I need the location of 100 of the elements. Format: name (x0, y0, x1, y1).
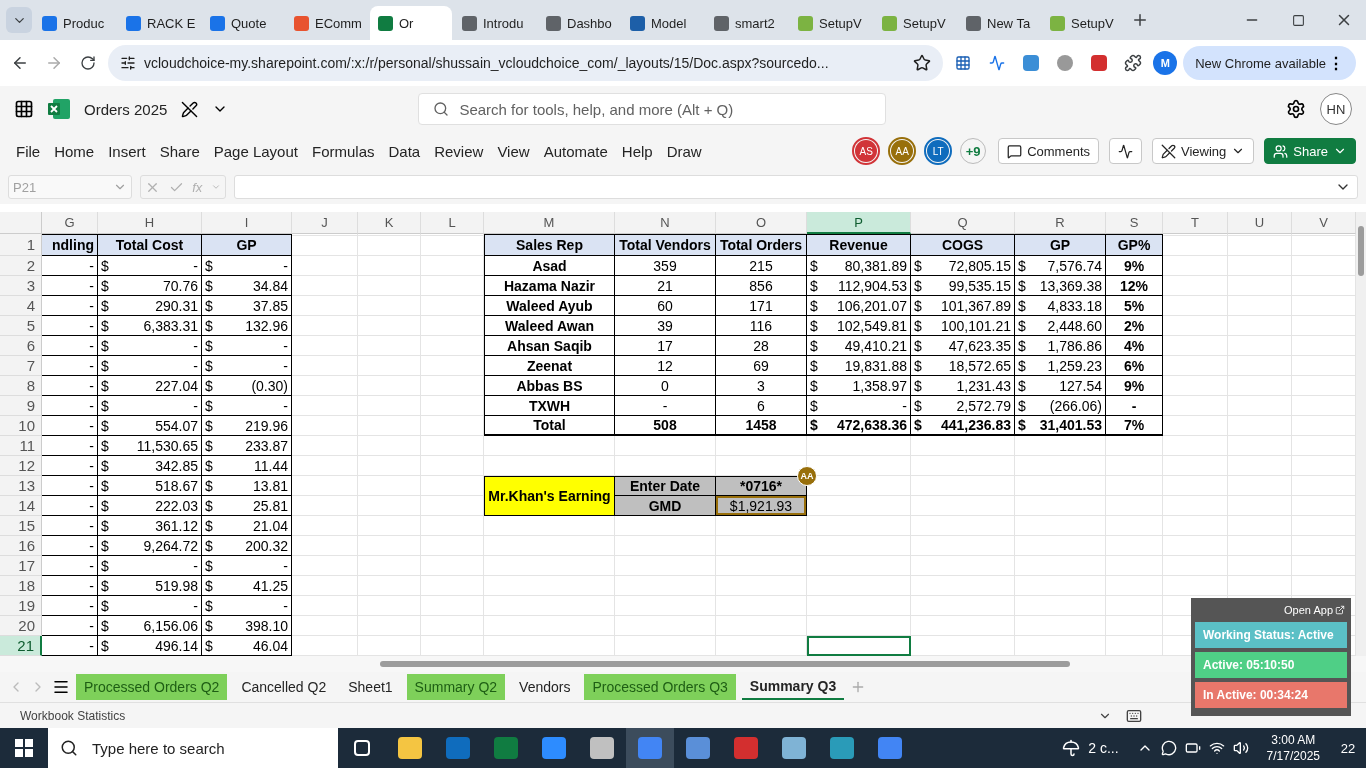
column-title[interactable]: ndling (42, 234, 98, 256)
table-cell[interactable]: 215 (716, 256, 807, 276)
table-cell[interactable]: - (42, 616, 98, 636)
row-header[interactable]: 18 (0, 576, 42, 596)
table-cell[interactable]: 3 (716, 376, 807, 396)
viewing-mode-button[interactable]: Viewing (1152, 138, 1255, 164)
table-cell[interactable]: $ 200.32 (202, 536, 292, 556)
menu-tab[interactable]: View (491, 138, 536, 164)
table-cell[interactable]: Asad (484, 256, 615, 276)
horizontal-scrollbar[interactable] (0, 656, 1366, 672)
table-cell[interactable]: 9% (1106, 376, 1163, 396)
column-header[interactable]: R (1015, 212, 1106, 234)
menu-tab[interactable]: Automate (537, 138, 614, 164)
table-cell[interactable]: $ 519.98 (98, 576, 202, 596)
row-header[interactable]: 12 (0, 456, 42, 476)
table-cell[interactable]: $ 518.67 (98, 476, 202, 496)
table-cell[interactable]: $ 13.81 (202, 476, 292, 496)
column-title[interactable]: GP (1015, 234, 1106, 256)
table-cell[interactable]: - (615, 396, 716, 416)
table-cell[interactable]: $ 49,410.21 (807, 336, 911, 356)
network-icon[interactable] (1208, 740, 1225, 756)
table-cell[interactable]: $ 361.12 (98, 516, 202, 536)
column-header[interactable]: M (484, 212, 615, 234)
browser-tab[interactable]: EComm (286, 6, 368, 40)
column-title[interactable]: GP% (1106, 234, 1163, 256)
table-cell[interactable]: - (1106, 396, 1163, 416)
table-cell[interactable]: - (42, 596, 98, 616)
row-header[interactable]: 9 (0, 396, 42, 416)
table-cell[interactable]: - (42, 316, 98, 336)
table-cell[interactable]: $ 1,358.97 (807, 376, 911, 396)
table-cell[interactable]: $ - (807, 396, 911, 416)
taskbar-app-icon[interactable] (354, 740, 370, 756)
sheet-tab[interactable]: Cancelled Q2 (233, 674, 335, 700)
row-header[interactable]: 10 (0, 416, 42, 436)
table-cell[interactable]: $ 132.96 (202, 316, 292, 336)
comments-button[interactable]: Comments (998, 138, 1099, 164)
table-cell[interactable]: $ 100,101.21 (911, 316, 1015, 336)
sheet-tab[interactable]: Sheet1 (340, 674, 401, 700)
table-cell[interactable]: 17 (615, 336, 716, 356)
table-cell[interactable]: $ 31,401.53 (1015, 416, 1106, 436)
collaborator-avatar[interactable]: LT (924, 137, 953, 165)
row-header[interactable]: 2 (0, 256, 42, 276)
table-cell[interactable]: - (42, 556, 98, 576)
weather-text[interactable]: 2 c... (1088, 740, 1119, 756)
table-cell[interactable]: 0 (615, 376, 716, 396)
row-header[interactable]: 7 (0, 356, 42, 376)
table-cell[interactable]: $ 6,383.31 (98, 316, 202, 336)
row-header[interactable]: 15 (0, 516, 42, 536)
table-cell[interactable]: - (42, 476, 98, 496)
open-app-link[interactable]: Open App (1282, 604, 1347, 618)
table-cell[interactable]: $ 25.81 (202, 496, 292, 516)
column-header[interactable]: O (716, 212, 807, 234)
table-cell[interactable]: $ 127.54 (1015, 376, 1106, 396)
sheet-tab[interactable]: Summary Q2 (406, 674, 506, 700)
column-header[interactable]: I (202, 212, 292, 234)
table-cell[interactable]: $ - (98, 556, 202, 576)
table-cell[interactable]: $ - (98, 336, 202, 356)
column-header[interactable]: Q (911, 212, 1015, 234)
battery-icon[interactable] (1184, 740, 1201, 756)
taskbar-active-app[interactable] (626, 728, 674, 768)
table-cell[interactable]: $ 21.04 (202, 516, 292, 536)
column-header[interactable]: N (615, 212, 716, 234)
browser-tab[interactable]: Dashbo (538, 6, 620, 40)
row-header[interactable]: 20 (0, 616, 42, 636)
all-sheets-icon[interactable] (52, 678, 70, 696)
user-avatar[interactable]: HN (1320, 93, 1352, 125)
table-cell[interactable]: $ 233.87 (202, 436, 292, 456)
column-header[interactable]: G (42, 212, 98, 234)
menu-tab[interactable]: Insert (102, 138, 152, 164)
table-cell[interactable]: $ 46.04 (202, 636, 292, 656)
back-icon[interactable] (11, 54, 29, 72)
column-title[interactable]: GP (202, 234, 292, 256)
table-cell[interactable]: 1458 (716, 416, 807, 436)
selected-cell[interactable] (807, 636, 911, 656)
restore-icon[interactable] (1291, 13, 1305, 27)
table-cell[interactable]: $ 441,236.83 (911, 416, 1015, 436)
column-header[interactable]: K (358, 212, 421, 234)
extension-icon[interactable] (1023, 55, 1040, 71)
row-header[interactable]: 4 (0, 296, 42, 316)
table-cell[interactable]: - (42, 516, 98, 536)
table-cell[interactable]: $ - (98, 356, 202, 376)
column-title[interactable]: COGS (911, 234, 1015, 256)
extension-icon[interactable] (1057, 55, 1074, 71)
table-cell[interactable]: $ 2,572.79 (911, 396, 1015, 416)
extension-icon[interactable] (955, 55, 972, 71)
profile-avatar[interactable]: M (1153, 51, 1178, 75)
table-cell[interactable]: Enter Date (615, 476, 716, 496)
table-cell[interactable]: $ 554.07 (98, 416, 202, 436)
column-header[interactable]: P (807, 212, 911, 234)
table-cell[interactable]: - (42, 456, 98, 476)
menu-dots[interactable]: ⋮ (1328, 53, 1344, 73)
table-cell[interactable]: Ahsan Saqib (484, 336, 615, 356)
table-cell[interactable]: $ 72,805.15 (911, 256, 1015, 276)
table-cell[interactable]: 39 (615, 316, 716, 336)
notification-button[interactable]: 22 (1330, 728, 1366, 768)
column-header[interactable]: T (1163, 212, 1228, 234)
collaborator-avatar[interactable]: AS (852, 137, 881, 165)
workbook-statistics[interactable]: Workbook Statistics (20, 708, 126, 723)
table-cell[interactable]: 12 (615, 356, 716, 376)
app-launcher-icon[interactable] (14, 99, 34, 119)
